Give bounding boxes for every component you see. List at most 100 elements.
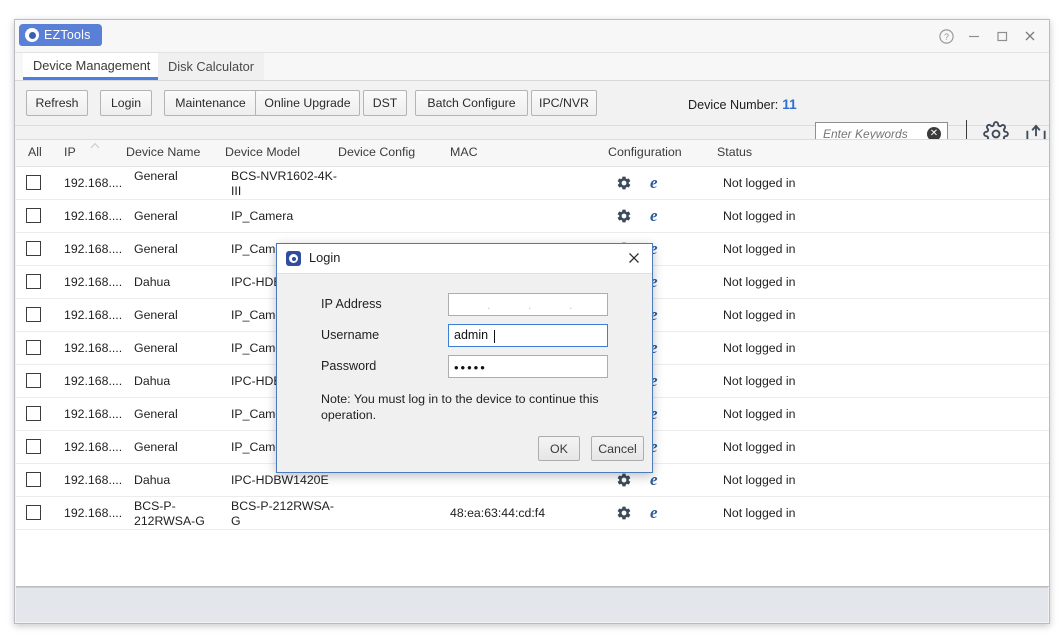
header-status[interactable]: Status (717, 145, 752, 159)
ip-dot-2: . (528, 298, 532, 312)
device-number: Device Number: 11 (688, 97, 797, 112)
cell-device-name: General (134, 308, 178, 322)
sort-ascending-icon (90, 140, 100, 152)
row-checkbox[interactable] (26, 373, 41, 388)
application-window: EZTools ? Device Management Disk Calcula… (14, 19, 1050, 624)
row-checkbox[interactable] (26, 241, 41, 256)
camera-lens-icon (25, 28, 39, 42)
cell-device-name: BCS-P-212RWSA-G (134, 499, 205, 528)
row-checkbox[interactable] (26, 274, 41, 289)
cell-device-model: BCS-NVR1602-4K-III (231, 169, 337, 198)
cell-device-name: General (134, 440, 178, 454)
close-icon[interactable] (624, 248, 644, 268)
gear-icon[interactable] (616, 175, 632, 196)
cancel-button[interactable]: Cancel (591, 436, 644, 461)
cell-status: Not logged in (723, 176, 796, 190)
cell-ip: 192.168.... (64, 308, 123, 322)
browser-e-icon[interactable]: e (650, 206, 658, 226)
header-device-config[interactable]: Device Config (338, 145, 415, 159)
ipc-nvr-button[interactable]: IPC/NVR (531, 90, 597, 116)
cell-device-name: General (134, 407, 178, 421)
row-checkbox[interactable] (26, 307, 41, 322)
header-device-model[interactable]: Device Model (225, 145, 300, 159)
ip-dot-3: . (569, 298, 573, 312)
app-title: EZTools (44, 28, 91, 42)
row-checkbox[interactable] (26, 439, 41, 454)
tab-disk-calculator[interactable]: Disk Calculator (158, 53, 265, 80)
gear-icon[interactable] (616, 208, 632, 229)
username-value: admin (454, 328, 489, 342)
ok-button[interactable]: OK (538, 436, 580, 461)
dialog-title: Login (309, 250, 341, 265)
text-caret (494, 330, 495, 343)
maximize-icon[interactable] (989, 24, 1015, 48)
online-upgrade-button[interactable]: Online Upgrade (255, 90, 360, 116)
login-dialog: Login IP Address . . . Username admin Pa… (276, 243, 653, 473)
password-field[interactable]: ••••• (448, 355, 608, 378)
cell-status: Not logged in (723, 506, 796, 520)
cell-ip: 192.168.... (64, 242, 123, 256)
table-row[interactable]: 192.168.... General BCS-NVR1602-4K-III e Not… (16, 167, 1049, 200)
dst-button[interactable]: DST (363, 90, 407, 116)
cell-device-name: General (134, 169, 178, 183)
gear-icon[interactable] (616, 505, 632, 526)
maintenance-button[interactable]: Maintenance (164, 90, 257, 116)
cell-status: Not logged in (723, 242, 796, 256)
header-device-name[interactable]: Device Name (126, 145, 200, 159)
password-label: Password (321, 359, 377, 373)
app-tab-eztools[interactable]: EZTools (19, 24, 102, 46)
cell-status: Not logged in (723, 473, 796, 487)
row-checkbox[interactable] (26, 472, 41, 487)
device-number-value: 11 (782, 97, 797, 112)
main-tabstrip: Device Management Disk Calculator (15, 53, 1049, 81)
ip-address-label: IP Address (321, 297, 382, 311)
cell-ip: 192.168.... (64, 440, 123, 454)
table-header-row: All IP Device Name Device Model Device C… (16, 140, 1049, 167)
cell-ip: 192.168.... (64, 407, 123, 421)
cell-device-model: IPC-HDBW1420E (231, 473, 329, 487)
row-checkbox[interactable] (26, 406, 41, 421)
username-field[interactable]: admin (448, 324, 608, 347)
browser-e-icon[interactable]: e (650, 173, 658, 193)
tab-device-management-label: Device Management (33, 57, 151, 73)
window-titlebar: EZTools ? (15, 20, 1049, 53)
cell-device-name: General (134, 341, 178, 355)
cell-ip: 192.168.... (64, 176, 123, 190)
minimize-icon[interactable] (961, 24, 987, 48)
svg-text:?: ? (943, 32, 948, 42)
header-mac[interactable]: MAC (450, 145, 478, 159)
refresh-button[interactable]: Refresh (26, 90, 88, 116)
cell-ip: 192.168.... (64, 473, 123, 487)
row-checkbox[interactable] (26, 208, 41, 223)
dialog-note: Note: You must log in to the device to c… (321, 392, 599, 422)
browser-e-icon[interactable]: e (650, 470, 658, 490)
table-row[interactable]: 192.168.... General IP_Camera e Not logged i… (16, 200, 1049, 233)
row-checkbox[interactable] (26, 505, 41, 520)
cell-ip: 192.168.... (64, 506, 123, 520)
row-checkbox[interactable] (26, 175, 41, 190)
cell-status: Not logged in (723, 374, 796, 388)
status-bar (16, 587, 1048, 622)
username-label: Username (321, 328, 380, 342)
cell-status: Not logged in (723, 308, 796, 322)
browser-e-icon[interactable]: e (650, 503, 658, 523)
dialog-titlebar: Login (277, 244, 652, 274)
cell-mac: 48:ea:63:44:cd:f4 (450, 506, 546, 520)
tab-device-management[interactable]: Device Management (23, 53, 161, 80)
ip-address-field[interactable]: . . . (448, 293, 608, 316)
header-configuration[interactable]: Configuration (608, 145, 682, 159)
header-ip[interactable]: IP (64, 145, 76, 159)
tab-disk-calculator-label: Disk Calculator (168, 59, 255, 74)
cell-ip: 192.168.... (64, 275, 123, 289)
cell-status: Not logged in (723, 275, 796, 289)
help-icon[interactable]: ? (933, 24, 959, 48)
table-row[interactable]: 192.168.... BCS-P-212RWSA-G BCS-P-212RWSA-… (16, 497, 1049, 530)
close-icon[interactable] (1017, 24, 1043, 48)
login-button[interactable]: Login (100, 90, 152, 116)
cell-device-name: General (134, 209, 178, 223)
gear-icon[interactable] (616, 472, 632, 493)
cell-device-model: IP_Camera (231, 209, 294, 223)
header-all[interactable]: All (28, 145, 42, 159)
row-checkbox[interactable] (26, 340, 41, 355)
batch-configure-button[interactable]: Batch Configure (415, 90, 528, 116)
